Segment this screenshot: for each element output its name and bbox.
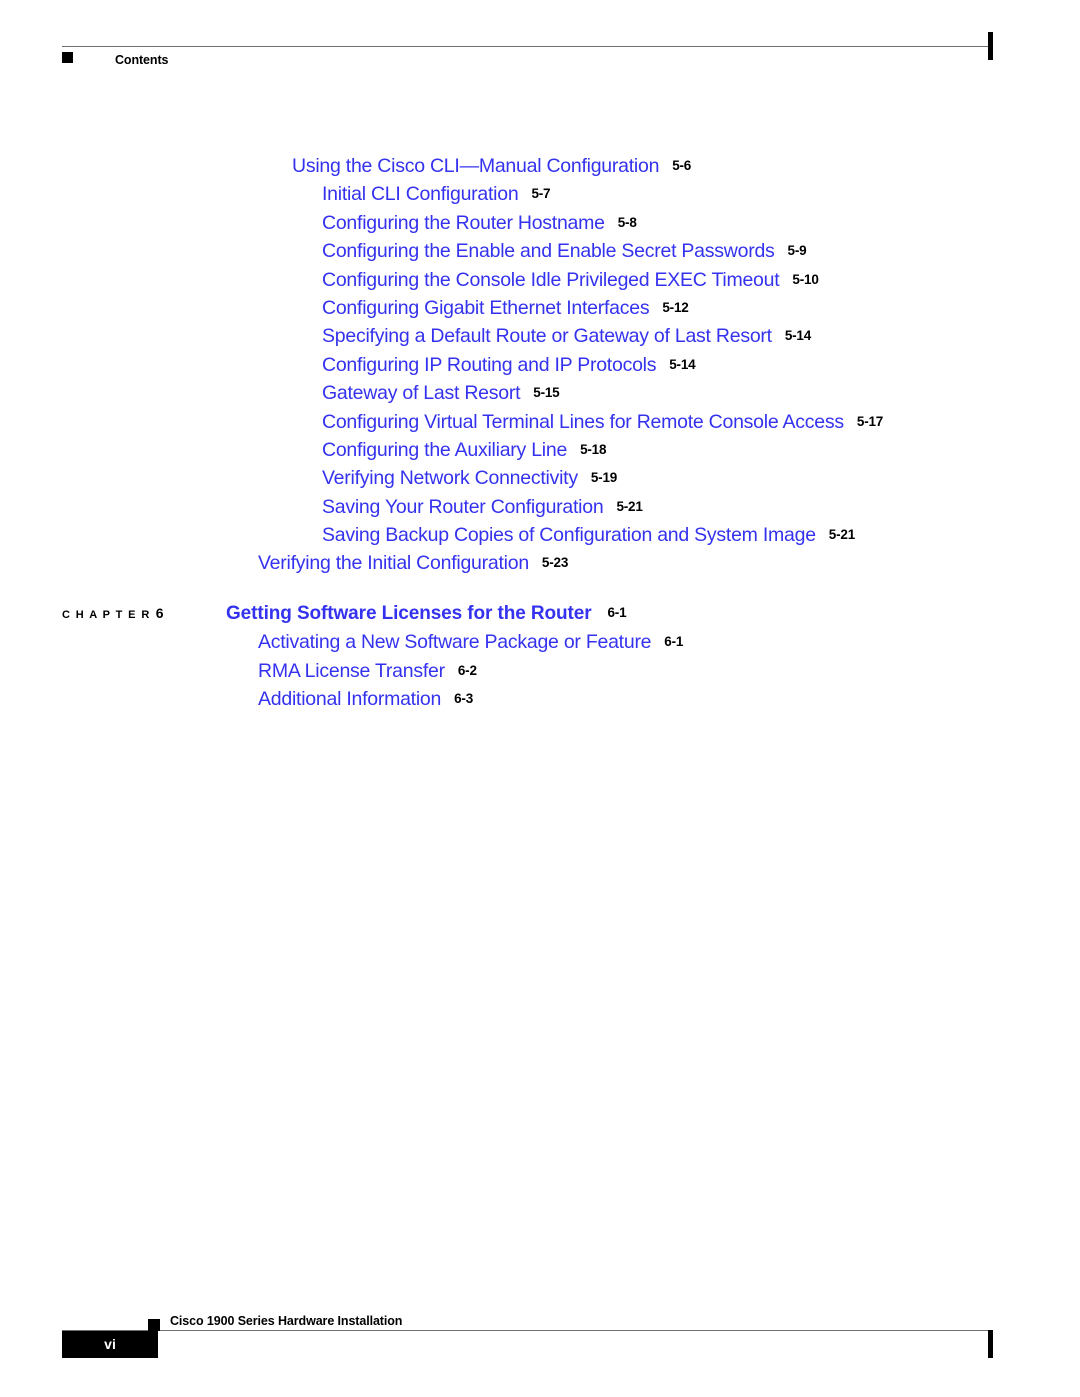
toc-entry-configuring-gigabit-ethernet-interfaces[interactable]: Configuring Gigabit Ethernet Interfaces 5… — [322, 294, 689, 324]
toc-entry-page: 5-19 — [590, 470, 618, 486]
running-header-title: Contents — [115, 53, 169, 67]
table-of-contents: Using the Cisco CLI—Manual Configuration… — [0, 152, 1080, 713]
toc-row: Using the Cisco CLI—Manual Configuration… — [0, 152, 1080, 180]
toc-entry-label: Using the Cisco CLI—Manual Configuration — [292, 155, 660, 177]
toc-entry-page: 5-23 — [541, 555, 569, 571]
toc-row: Saving Your Router Configuration 5-21 — [0, 493, 1080, 521]
toc-row: Additional Information 6-3 — [0, 685, 1080, 713]
toc-entry-saving-backup-copies-of-configuration-and-system-image[interactable]: Saving Backup Copies of Configuration an… — [322, 521, 855, 551]
toc-row: Activating a New Software Package or Fea… — [0, 628, 1080, 656]
toc-entry-label: Configuring Gigabit Ethernet Interfaces — [322, 296, 650, 319]
footer-document-title: Cisco 1900 Series Hardware Installation — [170, 1314, 403, 1328]
toc-entry-page: 6-3 — [454, 691, 474, 707]
crop-mark-bottom-right — [988, 1330, 993, 1358]
toc-entry-rma-license-transfer[interactable]: RMA License Transfer 6-2 — [258, 657, 477, 687]
crop-mark-top-right — [988, 32, 993, 60]
toc-entry-specifying-a-default-route-or-gateway-of-last-resort[interactable]: Specifying a Default Route or Gateway of… — [322, 322, 811, 352]
toc-entry-label: Configuring the Enable and Enable Secret… — [322, 240, 775, 263]
toc-entry-page: 6-2 — [457, 662, 477, 678]
toc-row: Configuring the Enable and Enable Secret… — [0, 237, 1080, 265]
toc-entry-label: Additional Information — [258, 688, 442, 711]
toc-entry-label: Configuring the Router Hostname — [322, 211, 605, 234]
toc-row: Specifying a Default Route or Gateway of… — [0, 322, 1080, 350]
toc-entry-label: Saving Backup Copies of Configuration an… — [322, 524, 816, 547]
chapter-heading-row: C H A P T E R 6 Getting Software Licenses… — [0, 600, 1080, 628]
toc-entry-configuring-the-enable-and-enable-secret-passwords[interactable]: Configuring the Enable and Enable Secret… — [322, 237, 807, 267]
toc-entry-verifying-network-connectivity[interactable]: Verifying Network Connectivity 5-19 — [322, 464, 617, 494]
toc-row: Configuring Gigabit Ethernet Interfaces 5… — [0, 294, 1080, 322]
toc-entry-label: Initial CLI Configuration — [322, 183, 519, 206]
footer-page-number: vi — [104, 1336, 116, 1352]
toc-entry-page: 5-18 — [580, 441, 607, 457]
footer-rule — [62, 1330, 992, 1331]
toc-entry-page: 5-7 — [531, 186, 551, 202]
toc-entry-activating-a-new-software-package-or-feature[interactable]: Activating a New Software Package or Fea… — [258, 628, 683, 658]
toc-entry-label: Configuring the Console Idle Privileged … — [322, 268, 780, 291]
toc-entry-configuring-the-router-hostname[interactable]: Configuring the Router Hostname 5-8 — [322, 209, 637, 239]
page-footer: vi Cisco 1900 Series Hardware Installati… — [62, 1314, 993, 1376]
toc-entry-label: RMA License Transfer — [258, 659, 445, 682]
chapter-label: C H A P T E R 6 — [62, 605, 164, 621]
toc-row: Configuring Virtual Terminal Lines for R… — [0, 408, 1080, 436]
toc-entry-label: Gateway of Last Resort — [322, 382, 521, 405]
toc-entry-page: 5-9 — [787, 243, 807, 259]
toc-entry-page: 5-15 — [533, 385, 560, 401]
toc-entry-configuring-the-auxiliary-line[interactable]: Configuring the Auxiliary Line 5-18 — [322, 436, 607, 466]
page-header: Contents — [62, 32, 993, 76]
toc-entry-saving-your-router-configuration[interactable]: Saving Your Router Configuration 5-21 — [322, 493, 643, 523]
toc-entry-page: 5-10 — [792, 271, 819, 287]
toc-row: Configuring the Console Idle Privileged … — [0, 266, 1080, 294]
toc-entry-configuring-ip-routing-and-ip-protocols[interactable]: Configuring IP Routing and IP Protocols 5… — [322, 351, 696, 381]
toc-row: Verifying the Initial Configuration 5-23 — [0, 549, 1080, 577]
toc-entry-label: Getting Software Licenses for the Router — [226, 602, 592, 624]
chapter-number: 6 — [155, 604, 164, 621]
toc-entry-label: Activating a New Software Package or Fea… — [258, 631, 652, 654]
toc-row: Verifying Network Connectivity 5-19 — [0, 464, 1080, 492]
toc-entry-page: 5-14 — [669, 356, 696, 372]
toc-entry-label: Saving Your Router Configuration — [322, 495, 604, 518]
toc-entry-additional-information[interactable]: Additional Information 6-3 — [258, 685, 473, 715]
toc-entry-configuring-virtual-terminal-lines-for-remote-console-access[interactable]: Configuring Virtual Terminal Lines for R… — [322, 408, 883, 438]
toc-row: Saving Backup Copies of Configuration an… — [0, 521, 1080, 549]
toc-entry-label: Verifying the Initial Configuration — [258, 552, 529, 575]
toc-entry-page: 5-6 — [672, 158, 692, 173]
toc-entry-getting-software-licenses-for-the-router[interactable]: Getting Software Licenses for the Router… — [226, 600, 627, 629]
toc-entry-verifying-the-initial-configuration[interactable]: Verifying the Initial Configuration 5-23 — [258, 549, 568, 579]
toc-entry-label: Specifying a Default Route or Gateway of… — [322, 325, 772, 348]
black-square-bullet-icon — [148, 1319, 160, 1331]
black-square-bullet-icon — [62, 52, 73, 63]
chapter-word: C H A P T E R — [62, 608, 151, 621]
toc-entry-label: Configuring IP Routing and IP Protocols — [322, 353, 657, 376]
toc-entry-using-the-cisco-cli-manual-configuration[interactable]: Using the Cisco CLI—Manual Configuration… — [292, 152, 691, 182]
toc-entry-page: 5-17 — [856, 413, 884, 429]
toc-row: Configuring the Router Hostname 5-8 — [0, 209, 1080, 237]
toc-entry-page: 5-21 — [616, 498, 643, 514]
toc-row: Configuring the Auxiliary Line 5-18 — [0, 436, 1080, 464]
toc-row: Configuring IP Routing and IP Protocols 5… — [0, 351, 1080, 379]
toc-entry-gateway-of-last-resort[interactable]: Gateway of Last Resort 5-15 — [322, 379, 560, 409]
header-rule — [62, 46, 992, 47]
toc-entry-page: 5-8 — [617, 214, 637, 230]
toc-entry-label: Configuring the Auxiliary Line — [322, 438, 568, 461]
toc-entry-initial-cli-configuration[interactable]: Initial CLI Configuration 5-7 — [322, 180, 551, 210]
toc-row: Gateway of Last Resort 5-15 — [0, 379, 1080, 407]
toc-entry-page: 5-12 — [662, 299, 689, 315]
document-page: Contents Using the Cisco CLI—Manual Conf… — [0, 0, 1080, 1397]
toc-entry-page: 5-14 — [784, 328, 812, 344]
toc-entry-label: Configuring Virtual Terminal Lines for R… — [322, 410, 844, 433]
toc-entry-page: 6-1 — [664, 634, 684, 650]
toc-entry-label: Verifying Network Connectivity — [322, 467, 578, 490]
toc-row: Initial CLI Configuration 5-7 — [0, 180, 1080, 208]
toc-entry-page: 6-1 — [607, 604, 627, 620]
toc-row: RMA License Transfer 6-2 — [0, 657, 1080, 685]
toc-entry-configuring-the-console-idle-privileged-exec-timeout[interactable]: Configuring the Console Idle Privileged … — [322, 266, 819, 296]
toc-entry-page: 5-21 — [828, 527, 856, 543]
